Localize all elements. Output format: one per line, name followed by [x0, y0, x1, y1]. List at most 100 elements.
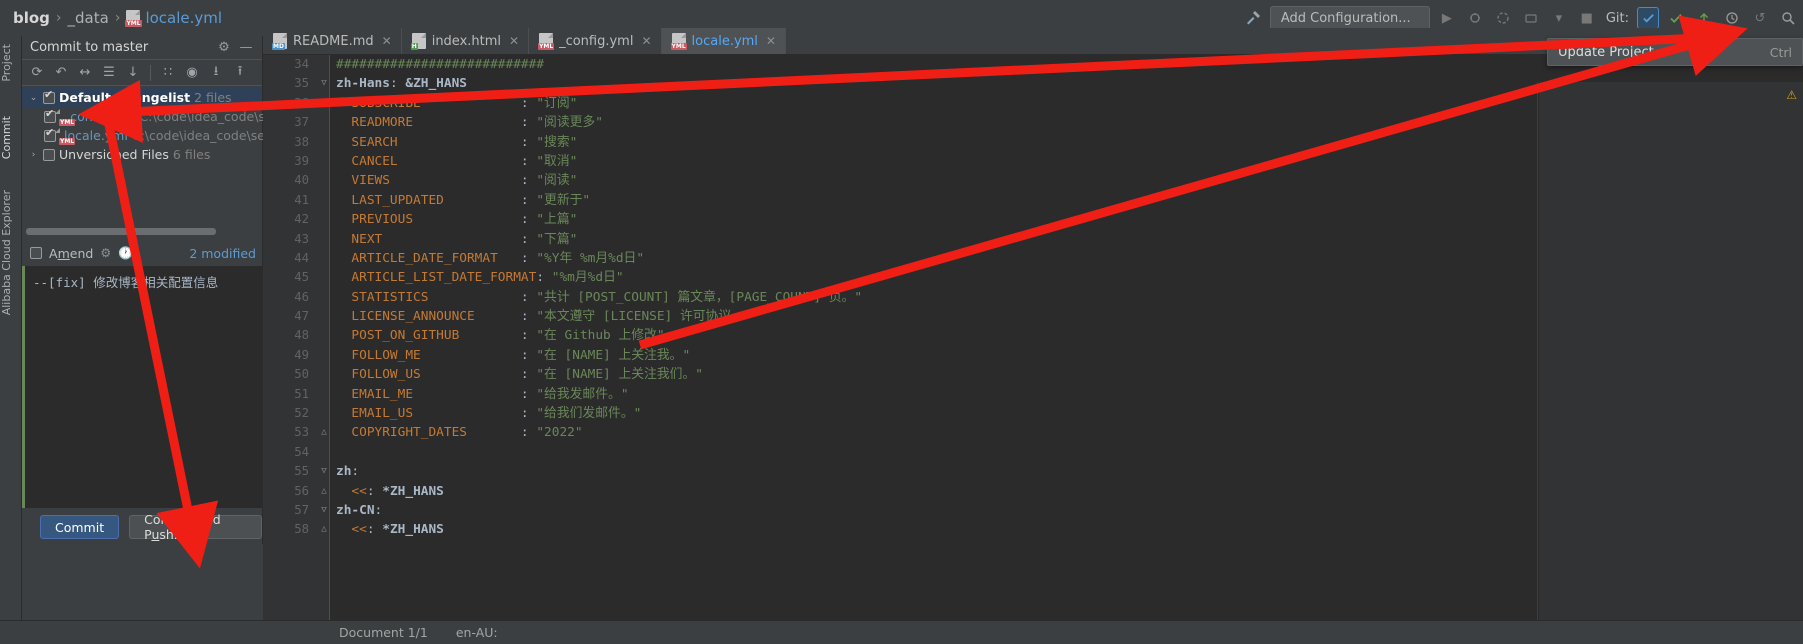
horizontal-scrollbar[interactable] [26, 228, 216, 235]
line-number: 39 [294, 153, 309, 168]
debug-icon[interactable] [1464, 7, 1486, 29]
fold-marker-icon[interactable]: △ [318, 482, 330, 501]
chevron-down-icon[interactable]: ⌄ [28, 93, 39, 103]
sidebar-item-alibaba-cloud-explorer[interactable]: Alibaba Cloud Explorer [0, 186, 22, 319]
profile-icon[interactable] [1520, 7, 1542, 29]
line-number: 43 [294, 231, 309, 246]
code-text: COPYRIGHT_DATES : "2022" [336, 425, 583, 441]
code-text: VIEWS : "阅读" [336, 173, 578, 189]
tool-window-stripe-left: Project Commit Alibaba Cloud Explorer [0, 36, 22, 644]
fold-marker-icon[interactable]: △ [318, 423, 330, 442]
line-number: 49 [294, 347, 309, 362]
stop-icon[interactable]: ■ [1576, 7, 1598, 29]
commit-and-push-button[interactable]: Commit and Push... [129, 512, 262, 542]
fold-marker-icon[interactable]: ▽ [318, 74, 330, 93]
preview-diff-icon[interactable]: ◉ [181, 62, 203, 84]
breadcrumb-label: locale.yml [145, 9, 223, 27]
tab-label: _config.yml [559, 33, 634, 49]
changelist-checkbox[interactable] [43, 89, 55, 104]
breadcrumb-item-folder[interactable]: _data [65, 9, 112, 27]
breadcrumb-label: _data [67, 9, 109, 27]
chevron-right-icon[interactable]: › [28, 150, 39, 160]
line-number: 48 [294, 328, 309, 343]
collapse-all-icon[interactable]: ⭱ [229, 62, 251, 84]
warning-badge[interactable]: ⚠ [1786, 88, 1797, 102]
breadcrumb-separator: › [55, 10, 62, 26]
chevron-down-icon[interactable]: ▾ [1548, 7, 1570, 29]
line-number: 47 [294, 309, 309, 324]
sidebar-item-commit[interactable]: Commit [0, 112, 22, 163]
close-icon[interactable]: ✕ [641, 34, 651, 48]
history-clock-icon[interactable]: 🕐 [118, 246, 133, 260]
commit-button[interactable]: Commit [40, 515, 120, 539]
update-project-tooltip[interactable]: Update Project... Ctrl [1547, 38, 1803, 66]
commit-tool-window: Commit to master ⚙ — ⟳ ↶ ↔ ☰ ↓ ∷ ◉ ⭳ ⭱ ⌄… [22, 36, 287, 544]
breadcrumb: blog › _data › YML locale.yml [0, 0, 225, 36]
tab-readme-md[interactable]: MD README.md ✕ [263, 28, 402, 54]
changed-file-row-locale[interactable]: YML locale.yml C:\code\idea_code\self_ [22, 126, 279, 145]
run-icon[interactable]: ▶ [1436, 7, 1458, 29]
code-text: zh-Hans: &ZH_HANS [336, 76, 467, 92]
expand-all-icon[interactable]: ⭳ [205, 62, 227, 84]
close-icon[interactable]: ✕ [766, 34, 776, 48]
tab-label: README.md [293, 33, 374, 49]
sidebar-item-project[interactable]: Project [0, 40, 22, 86]
breadcrumb-item-project[interactable]: blog [10, 9, 53, 27]
run-configuration-selector[interactable]: Add Configuration... [1269, 6, 1430, 30]
commit-icon[interactable] [1665, 7, 1687, 29]
tab-index-html[interactable]: H index.html ✕ [402, 28, 530, 54]
update-icon[interactable]: ↓ [122, 62, 144, 84]
commit-button-label: Commit [55, 519, 105, 535]
code-text: <<: *ZH_HANS [336, 522, 444, 538]
update-project-icon[interactable] [1637, 7, 1659, 29]
rollback-icon[interactable]: ↺ [1749, 7, 1771, 29]
unversioned-files-row[interactable]: › Unversioned Files 6 files [22, 145, 262, 164]
hammer-icon[interactable] [1242, 7, 1264, 29]
tab-config-yml[interactable]: YML _config.yml ✕ [529, 28, 662, 54]
refresh-changes-icon[interactable]: ⟳ [26, 62, 48, 84]
ide-window: blog › _data › YML locale.yml Add Config… [0, 0, 1803, 644]
gear-icon[interactable]: ⚙ [100, 246, 111, 260]
line-number: 40 [294, 173, 309, 188]
locale-label: en-AU: [455, 625, 498, 640]
fold-marker-icon[interactable]: ▽ [318, 462, 330, 481]
line-number: 37 [294, 115, 309, 130]
show-diff-icon[interactable]: ↔ [74, 62, 96, 84]
line-number: 45 [294, 270, 309, 285]
changelist-row[interactable]: ⌄ Default Changelist 2 files [22, 88, 262, 107]
yml-file-icon: YML [670, 33, 687, 50]
push-icon[interactable] [1693, 7, 1715, 29]
breadcrumb-separator: › [114, 10, 121, 26]
minimize-icon[interactable]: — [238, 40, 254, 56]
close-icon[interactable]: ✕ [509, 34, 519, 48]
line-number: 35 [294, 76, 309, 91]
group-by-icon[interactable]: ☰ [98, 62, 120, 84]
rollback-icon[interactable]: ↶ [50, 62, 72, 84]
code-text: POST_ON_GITHUB : "在 Github 上修改" [336, 328, 665, 344]
code-editor[interactable]: 34 ########################### 35 ▽ zh-Hans:… [263, 55, 1803, 620]
line-number: 51 [294, 386, 309, 401]
code-text: EMAIL_US : "给我们发邮件。" [336, 406, 642, 422]
code-text: LICENSE_ANNOUNCE : "本文遵守 [LICENSE] 许可协议。… [336, 309, 752, 325]
gear-icon[interactable]: ⚙ [216, 40, 232, 56]
fold-marker-icon[interactable]: ▽ [318, 501, 330, 520]
code-text: zh-CN: [336, 502, 383, 518]
code-text: ########################### [336, 57, 545, 72]
history-icon[interactable] [1721, 7, 1743, 29]
update-project-shortcut: Ctrl [1769, 44, 1792, 60]
search-icon[interactable] [1777, 7, 1799, 29]
tab-locale-yml[interactable]: YML locale.yml ✕ [661, 28, 786, 54]
group-by-directory-icon[interactable]: ∷ [157, 62, 179, 84]
breadcrumb-item-file[interactable]: YML locale.yml [123, 9, 225, 27]
file-path-label: C:\code\idea_code\self_ [131, 128, 280, 143]
amend-checkbox[interactable] [30, 247, 42, 259]
code-text: LAST_UPDATED : "更新于" [336, 192, 591, 208]
commit-message-area: Amend ⚙ 🕐 2 modified --[fix] 修改博客相关配置信息 … [22, 204, 262, 544]
commit-message-input[interactable]: --[fix] 修改博客相关配置信息 [22, 266, 262, 508]
changed-file-row-config[interactable]: YML _config.yml C:\code\idea_code\self_ [22, 107, 287, 126]
run-with-coverage-icon[interactable] [1492, 7, 1514, 29]
unversioned-file-count: 6 files [172, 147, 211, 162]
unversioned-checkbox[interactable] [43, 148, 55, 161]
close-icon[interactable]: ✕ [382, 34, 392, 48]
fold-marker-icon[interactable]: △ [318, 520, 330, 539]
